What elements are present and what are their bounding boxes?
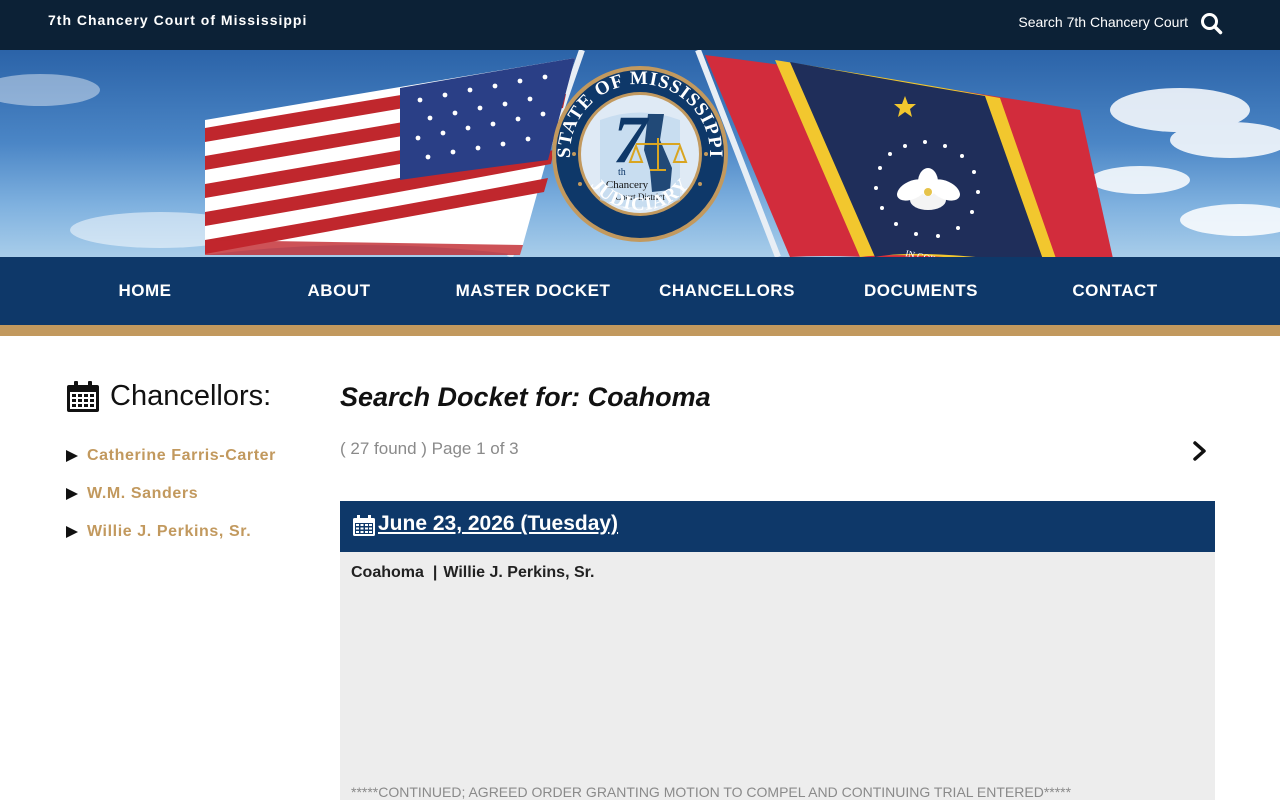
results-count: ( 27 found ) Page 1 of 3 (340, 439, 519, 458)
list-item: Catherine Farris-Carter (66, 445, 276, 467)
nav-documents[interactable]: DOCUMENTS (864, 281, 978, 301)
triangle-bullet-icon (66, 488, 78, 500)
chancellor-link[interactable]: W.M. Sanders (87, 485, 198, 503)
top-bar: 7th Chancery Court of Mississippi Search… (0, 0, 1280, 50)
docket-entry-header: June 23, 2026 (Tuesday) (340, 501, 1215, 552)
docket-entry-card: June 23, 2026 (Tuesday) Coahoma | Willie J… (340, 501, 1215, 800)
calendar-icon (67, 380, 99, 412)
court-seal-logo: 7 th Chancery Court District STATE OF MI… (552, 66, 728, 242)
nav-accent-stripe (0, 325, 1280, 336)
calendar-icon (353, 515, 375, 536)
next-page-chevron-icon[interactable] (1190, 440, 1210, 462)
triangle-bullet-icon (66, 526, 78, 538)
docket-note: *****CONTINUED; AGREED ORDER GRANTING MO… (351, 784, 1072, 800)
page-title: Search Docket for: Coahoma (340, 382, 711, 412)
triangle-bullet-icon (66, 450, 78, 462)
docket-county: Coahoma (351, 564, 424, 581)
sidebar-heading: Chancellors: (66, 380, 271, 413)
nav-master-docket[interactable]: MASTER DOCKET (456, 281, 611, 301)
site-name[interactable]: 7th Chancery Court of Mississippi (48, 12, 307, 28)
docket-location: Coahoma | Willie J. Perkins, Sr. (351, 564, 594, 582)
hero-banner: IN GOD WE TRUST 7 th Chancery Court Dist… (0, 50, 1280, 257)
nav-chancellors[interactable]: CHANCELLORS (659, 281, 795, 301)
docket-separator: | (432, 564, 438, 581)
nav-about[interactable]: ABOUT (308, 281, 371, 301)
main-nav: HOME ABOUT MASTER DOCKET CHANCELLORS DOC… (0, 257, 1280, 325)
chancellor-link[interactable]: Willie J. Perkins, Sr. (87, 523, 251, 541)
chancellor-list: Catherine Farris-Carter W.M. Sanders Wil… (66, 445, 276, 559)
search-icon[interactable] (1199, 11, 1225, 37)
search-link[interactable]: Search 7th Chancery Court (1018, 14, 1188, 30)
list-item: Willie J. Perkins, Sr. (66, 521, 276, 543)
nav-home[interactable]: HOME (119, 281, 172, 301)
list-item: W.M. Sanders (66, 483, 276, 505)
docket-chancellor: Willie J. Perkins, Sr. (443, 564, 595, 581)
seal-number: 7 (613, 101, 650, 177)
us-flag-icon (205, 58, 575, 255)
docket-date-link[interactable]: June 23, 2026 (Tuesday) (378, 512, 618, 536)
nav-contact[interactable]: CONTACT (1072, 281, 1157, 301)
sidebar-title: Chancellors: (110, 380, 272, 412)
chancellor-link[interactable]: Catherine Farris-Carter (87, 447, 276, 465)
seal-superscript: th (618, 167, 626, 178)
